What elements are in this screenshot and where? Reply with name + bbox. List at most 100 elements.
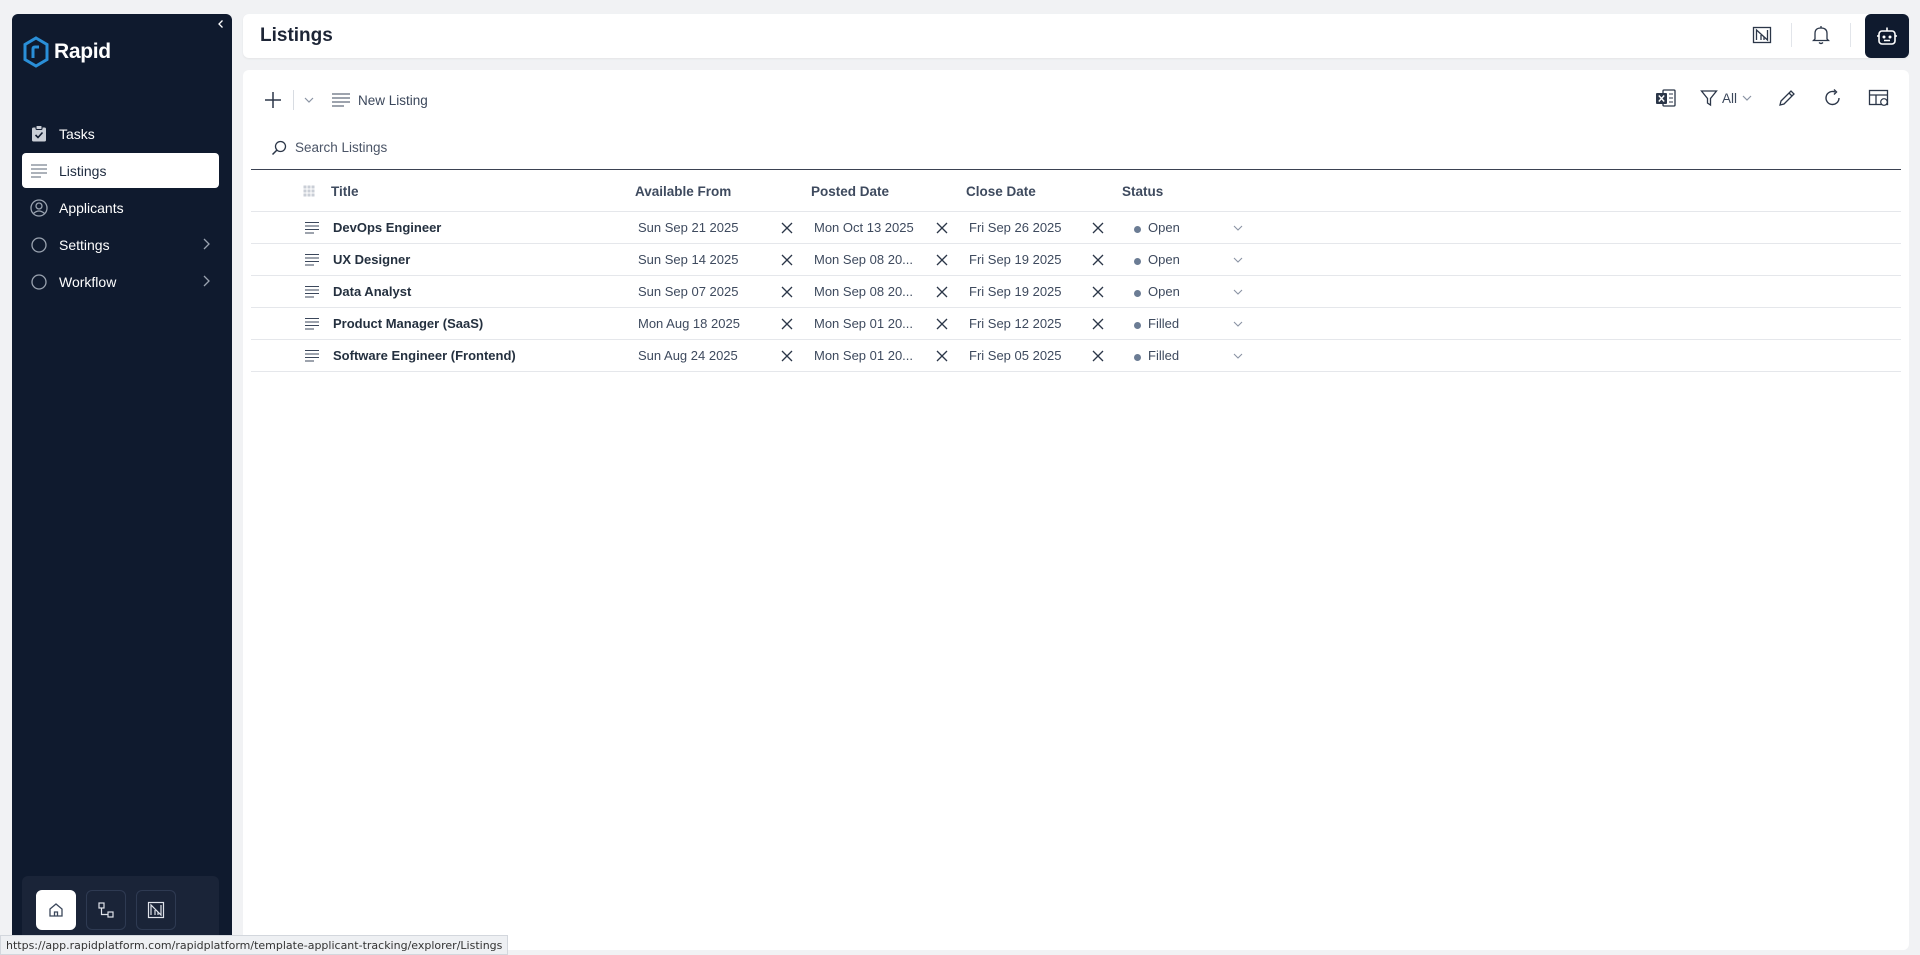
clear-date-icon[interactable] <box>1091 317 1105 331</box>
notifications-button[interactable] <box>1808 22 1834 48</box>
cell-available-from[interactable]: Sun Sep 14 2025 <box>638 252 738 267</box>
status-dot <box>1134 322 1141 329</box>
table-row[interactable]: Data Analyst Sun Sep 07 2025 Mon Sep 08 … <box>251 276 1901 308</box>
filter-dropdown[interactable]: All <box>1700 89 1753 107</box>
lines-icon <box>332 93 350 107</box>
cell-available-from[interactable]: Sun Sep 07 2025 <box>638 284 738 299</box>
chevron-right-icon <box>203 275 210 287</box>
cell-title[interactable]: Product Manager (SaaS) <box>333 316 483 331</box>
column-header-close-date[interactable]: Close Date <box>966 184 1036 199</box>
add-button[interactable] <box>261 88 285 112</box>
cell-status[interactable]: Filled <box>1148 316 1179 331</box>
chevron-down-icon[interactable] <box>1232 254 1244 266</box>
brand-n-button[interactable] <box>1749 22 1775 48</box>
search-input[interactable] <box>295 140 695 155</box>
clear-date-icon[interactable] <box>780 285 794 299</box>
sidebar-item-tasks[interactable]: Tasks <box>22 116 219 151</box>
table-header: Title Available From Posted Date Close D… <box>251 170 1901 212</box>
column-header-available-from[interactable]: Available From <box>635 184 731 199</box>
column-header-status[interactable]: Status <box>1122 184 1163 199</box>
workflow-button[interactable] <box>86 890 126 930</box>
refresh-button[interactable] <box>1821 86 1845 110</box>
flow-icon <box>98 902 114 918</box>
cell-close-date[interactable]: Fri Sep 12 2025 <box>969 316 1062 331</box>
cell-close-date[interactable]: Fri Sep 05 2025 <box>969 348 1062 363</box>
app-name: Rapid <box>54 40 111 63</box>
cell-posted-date[interactable]: Mon Sep 08 20... <box>814 284 913 299</box>
lines-icon <box>305 254 319 266</box>
clear-date-icon[interactable] <box>780 221 794 235</box>
circle-icon <box>30 236 48 254</box>
sidebar-item-label: Applicants <box>59 199 124 216</box>
clear-date-icon[interactable] <box>780 349 794 363</box>
chevron-down-icon[interactable] <box>1232 286 1244 298</box>
edit-button[interactable] <box>1775 86 1799 110</box>
sidebar-item-settings[interactable]: Settings <box>22 227 219 262</box>
plus-icon <box>265 92 281 108</box>
cell-status[interactable]: Filled <box>1148 348 1179 363</box>
clear-date-icon[interactable] <box>1091 253 1105 267</box>
cell-title[interactable]: Data Analyst <box>333 284 411 299</box>
clear-date-icon[interactable] <box>935 221 949 235</box>
search-icon <box>271 140 287 155</box>
filter-icon <box>1700 90 1718 107</box>
clear-date-icon[interactable] <box>1091 221 1105 235</box>
clear-date-icon[interactable] <box>780 253 794 267</box>
clear-date-icon[interactable] <box>1091 349 1105 363</box>
home-button[interactable] <box>36 890 76 930</box>
cell-available-from[interactable]: Mon Aug 18 2025 <box>638 316 740 331</box>
cell-close-date[interactable]: Fri Sep 19 2025 <box>969 252 1062 267</box>
cell-close-date[interactable]: Fri Sep 19 2025 <box>969 284 1062 299</box>
new-listing-button[interactable]: New Listing <box>332 93 428 108</box>
app-logo[interactable]: Rapid <box>22 36 111 68</box>
table-row[interactable]: Software Engineer (Frontend) Sun Aug 24 … <box>251 340 1901 372</box>
search-bar <box>251 126 1901 170</box>
clear-date-icon[interactable] <box>935 285 949 299</box>
brand-n-icon <box>147 901 165 919</box>
chevron-down-icon[interactable] <box>1232 318 1244 330</box>
sidebar-item-applicants[interactable]: Applicants <box>22 190 219 225</box>
header-divider <box>1791 23 1792 47</box>
cell-status[interactable]: Open <box>1148 252 1180 267</box>
layout-settings-button[interactable] <box>1867 86 1891 110</box>
chevron-down-icon[interactable] <box>302 93 316 107</box>
cell-available-from[interactable]: Sun Sep 21 2025 <box>638 220 738 235</box>
cell-close-date[interactable]: Fri Sep 26 2025 <box>969 220 1062 235</box>
sidebar: Rapid Tasks Listings Applicants Settings <box>12 14 232 944</box>
clear-date-icon[interactable] <box>935 317 949 331</box>
cell-posted-date[interactable]: Mon Sep 08 20... <box>814 252 913 267</box>
cell-title[interactable]: UX Designer <box>333 252 410 267</box>
assistant-button[interactable] <box>1865 14 1909 58</box>
cell-posted-date[interactable]: Mon Sep 01 20... <box>814 348 913 363</box>
column-header-title[interactable]: Title <box>331 184 359 199</box>
chevron-down-icon[interactable] <box>1232 350 1244 362</box>
collapse-sidebar-icon[interactable] <box>214 18 228 32</box>
clear-date-icon[interactable] <box>935 349 949 363</box>
chevron-down-icon[interactable] <box>1232 222 1244 234</box>
sidebar-item-label: Settings <box>59 236 110 253</box>
grid-icon[interactable] <box>303 185 315 197</box>
robot-icon <box>1877 27 1897 45</box>
column-header-posted-date[interactable]: Posted Date <box>811 184 889 199</box>
sidebar-item-listings[interactable]: Listings <box>22 153 219 188</box>
export-excel-button[interactable] <box>1654 86 1678 110</box>
cell-posted-date[interactable]: Mon Sep 01 20... <box>814 316 913 331</box>
clear-date-icon[interactable] <box>935 253 949 267</box>
sidebar-nav: Tasks Listings Applicants Settings Workf… <box>22 116 219 301</box>
cell-title[interactable]: Software Engineer (Frontend) <box>333 348 516 363</box>
cell-posted-date[interactable]: Mon Oct 13 2025 <box>814 220 914 235</box>
table-row[interactable]: UX Designer Sun Sep 14 2025 Mon Sep 08 2… <box>251 244 1901 276</box>
filter-label: All <box>1721 90 1737 106</box>
clear-date-icon[interactable] <box>780 317 794 331</box>
table-row[interactable]: DevOps Engineer Sun Sep 21 2025 Mon Oct … <box>251 212 1901 244</box>
table-row[interactable]: Product Manager (SaaS) Mon Aug 18 2025 M… <box>251 308 1901 340</box>
cell-available-from[interactable]: Sun Aug 24 2025 <box>638 348 738 363</box>
clear-date-icon[interactable] <box>1091 285 1105 299</box>
lines-icon <box>30 162 48 180</box>
cell-status[interactable]: Open <box>1148 220 1180 235</box>
cell-status[interactable]: Open <box>1148 284 1180 299</box>
sidebar-item-workflow[interactable]: Workflow <box>22 264 219 299</box>
brand-button[interactable] <box>136 890 176 930</box>
cell-title[interactable]: DevOps Engineer <box>333 220 441 235</box>
home-icon <box>49 903 63 917</box>
